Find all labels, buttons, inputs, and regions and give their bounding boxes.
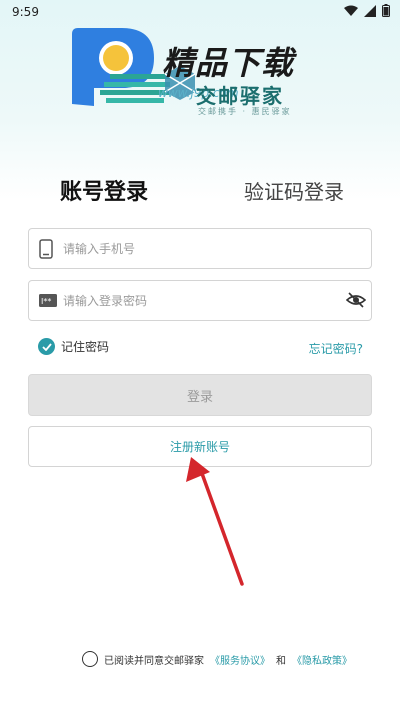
logo-subtitle: 交邮驿家 [196, 84, 284, 108]
wifi-icon [344, 5, 358, 16]
password-field[interactable]: I** [28, 280, 372, 321]
svg-text:I**: I** [41, 297, 51, 306]
agreement-prefix: 已阅读并同意交邮驿家 [104, 655, 204, 667]
phone-input[interactable] [63, 237, 343, 261]
signal-icon [364, 4, 376, 17]
status-bar: 9:59 [0, 0, 400, 24]
tab-code-login[interactable]: 验证码登录 [244, 176, 344, 205]
check-icon [38, 338, 55, 355]
phone-icon [39, 239, 53, 259]
status-icons [344, 4, 390, 17]
status-time: 9:59 [12, 5, 39, 19]
service-agreement-link[interactable]: 《服务协议》 [210, 652, 270, 667]
register-button[interactable]: 注册新账号 [28, 426, 372, 467]
remember-password-checkbox[interactable]: 记住密码 [38, 338, 109, 355]
agreement-and: 和 [276, 655, 286, 667]
password-icon: I** [39, 294, 57, 307]
privacy-policy-link[interactable]: 《隐私政策》 [292, 652, 352, 667]
agreement-row: 已阅读并同意交邮驿家 《服务协议》和《隐私政策》 [82, 651, 352, 667]
login-button[interactable]: 登录 [28, 374, 372, 416]
remember-password-label: 记住密码 [61, 340, 110, 354]
tab-account-login[interactable]: 账号登录 [60, 174, 148, 206]
forgot-password-link[interactable]: 忘记密码? [309, 340, 363, 357]
battery-icon [382, 4, 390, 17]
eye-slash-icon[interactable] [346, 291, 366, 309]
phone-field[interactable] [28, 228, 372, 269]
logo-tagline: 交邮携手 · 惠民驿家 [198, 107, 292, 116]
agreement-radio[interactable] [82, 651, 98, 667]
logo-title: 精品下载 [162, 44, 295, 82]
password-input[interactable] [63, 289, 343, 313]
